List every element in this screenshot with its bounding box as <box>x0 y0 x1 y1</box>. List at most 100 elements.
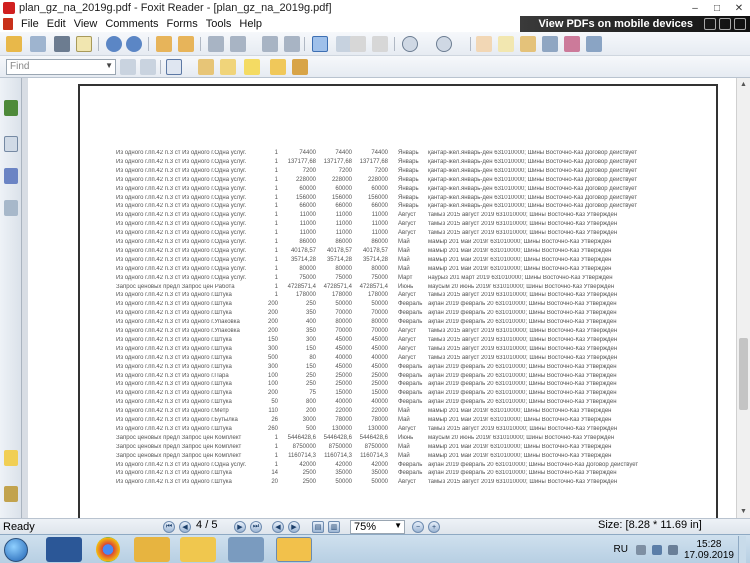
menu-tools[interactable]: Tools <box>206 18 232 30</box>
row-info: мамыр 201 май 2019г 631010000; Шины Вост… <box>428 247 612 254</box>
forward-arrow-icon[interactable] <box>178 36 194 52</box>
attach-icon[interactable] <box>292 59 308 75</box>
scroll-down-icon[interactable]: ▼ <box>737 505 750 518</box>
rotate-left-icon[interactable] <box>208 36 224 52</box>
menu-comments[interactable]: Comments <box>105 18 158 30</box>
clock[interactable]: 15:28 17.09.2019 <box>684 539 734 561</box>
find-prev-icon[interactable] <box>120 59 136 75</box>
next-page-icon[interactable] <box>126 36 142 52</box>
bookmarks-icon[interactable] <box>4 100 18 116</box>
page-indicator[interactable]: 4 / 5 <box>196 519 217 531</box>
signatures-icon[interactable] <box>4 168 18 184</box>
table-row: Из одного г.пп.42 п.3 ст Из одного г.Шту… <box>80 310 720 319</box>
foxit-taskbar-icon[interactable] <box>276 537 312 562</box>
layers-icon[interactable] <box>4 200 18 216</box>
first-page-icon[interactable]: ⏮ <box>163 521 175 533</box>
row-info: маусым 20 июнь 2019г 631010000; Шины Вос… <box>428 434 615 441</box>
zoom-in-status-icon[interactable]: + <box>428 521 440 533</box>
attachments-panel-icon[interactable] <box>4 486 18 502</box>
rotate-right-icon[interactable] <box>230 36 246 52</box>
minimize-button[interactable]: – <box>684 0 706 16</box>
volume-icon[interactable] <box>667 544 678 555</box>
menu-help[interactable]: Help <box>239 18 262 30</box>
row-total-price: 66000 <box>335 203 352 210</box>
zoom-out-icon[interactable] <box>402 36 418 52</box>
row-quantity: 50 <box>271 399 278 406</box>
row-quantity: 1 <box>274 230 278 237</box>
vertical-scrollbar[interactable]: ▲ ▼ <box>736 78 750 518</box>
next-page-icon-status[interactable]: ▶ <box>234 521 246 533</box>
table-row: Из одного г.пп.42 п.3 ст Из одного г.Шту… <box>80 426 720 435</box>
go-back-icon[interactable]: ◀ <box>272 521 284 533</box>
zoom-out-status-icon[interactable]: − <box>412 521 424 533</box>
tray-expand-icon[interactable] <box>635 544 646 555</box>
network-icon[interactable] <box>651 544 662 555</box>
language-indicator[interactable]: RU <box>613 544 627 555</box>
comments-panel-icon[interactable] <box>4 450 18 466</box>
open-folder-icon[interactable] <box>6 36 22 52</box>
find-input[interactable]: Find ▼ <box>6 59 116 75</box>
promo-text[interactable]: View PDFs on mobile devices <box>539 18 693 30</box>
maximize-button[interactable]: □ <box>706 0 728 16</box>
close-button[interactable]: ✕ <box>728 0 750 16</box>
zoom-select[interactable]: 75% ▼ <box>350 520 405 534</box>
previous-page-icon[interactable]: ◀ <box>179 521 191 533</box>
zoom-dropdown-arrow-icon[interactable]: ▼ <box>394 521 402 530</box>
find-next-icon[interactable] <box>140 59 156 75</box>
menu-edit[interactable]: Edit <box>47 18 66 30</box>
comment-tool-icon[interactable] <box>166 59 182 75</box>
show-desktop-button[interactable] <box>738 536 746 563</box>
explorer-taskbar-icon[interactable] <box>180 537 216 562</box>
snapshot-icon[interactable] <box>520 36 536 52</box>
zoom-value[interactable]: 75% <box>354 521 376 533</box>
promo-banner[interactable]: View PDFs on mobile devices <box>520 16 750 32</box>
doc-minimize-icon[interactable] <box>704 18 716 30</box>
menu-view[interactable]: View <box>74 18 98 30</box>
tag-icon[interactable] <box>198 59 214 75</box>
find-dropdown-icon[interactable]: ▼ <box>105 61 113 70</box>
document-viewer[interactable]: Из одного г.пп.42 п.3 ст Из одного г.Одн… <box>28 78 736 518</box>
note-icon[interactable] <box>244 59 260 75</box>
last-page-icon[interactable]: ⏭ <box>250 521 262 533</box>
go-forward-icon[interactable]: ▶ <box>288 521 300 533</box>
hand-tool-icon[interactable] <box>476 36 492 52</box>
textbox-icon[interactable] <box>270 59 286 75</box>
select-text-icon[interactable] <box>498 36 514 52</box>
select-annotation-icon[interactable] <box>542 36 558 52</box>
page-layout-icon[interactable]: ▤ <box>312 521 324 533</box>
doc-restore-icon[interactable] <box>719 18 731 30</box>
app-taskbar-icon[interactable] <box>228 537 264 562</box>
redo-icon[interactable] <box>284 36 300 52</box>
prev-page-icon[interactable] <box>106 36 122 52</box>
row-quantity: 1 <box>274 292 278 299</box>
highlight-icon[interactable] <box>220 59 236 75</box>
row-description: Запрос ценовых предл Запрос цен Работа <box>116 283 235 290</box>
undo-icon[interactable] <box>262 36 278 52</box>
row-info: мамыр 201 май 2019г 631010000; Шины Вост… <box>428 256 612 263</box>
menu-forms[interactable]: Forms <box>167 18 198 30</box>
word-taskbar-icon[interactable] <box>46 537 82 562</box>
pages-icon[interactable] <box>4 136 18 152</box>
scroll-thumb[interactable] <box>739 338 748 410</box>
back-arrow-icon[interactable] <box>156 36 172 52</box>
continuous-page-icon[interactable] <box>372 36 388 52</box>
single-page-icon[interactable] <box>350 36 366 52</box>
current-page[interactable]: 4 <box>196 519 202 531</box>
print-icon[interactable] <box>54 36 70 52</box>
email-icon[interactable] <box>76 36 92 52</box>
table-row: Из одного г.пп.42 п.3 ст Из одного г.Одн… <box>80 275 720 284</box>
fit-page-icon[interactable]: ▥ <box>328 521 340 533</box>
scroll-up-icon[interactable]: ▲ <box>737 78 750 91</box>
typewriter-icon[interactable] <box>564 36 580 52</box>
row-month: Май <box>398 417 410 423</box>
save-icon[interactable] <box>30 36 46 52</box>
doc-close-icon[interactable] <box>734 18 746 30</box>
menu-file[interactable]: File <box>21 18 39 30</box>
start-button[interactable] <box>4 538 28 562</box>
camera-icon[interactable] <box>586 36 602 52</box>
row-month: Июнь <box>398 283 414 290</box>
zoom-tool-icon[interactable] <box>312 36 328 52</box>
chrome-taskbar-icon[interactable] <box>96 537 120 562</box>
paint-taskbar-icon[interactable] <box>134 537 170 562</box>
zoom-in-icon[interactable] <box>436 36 452 52</box>
